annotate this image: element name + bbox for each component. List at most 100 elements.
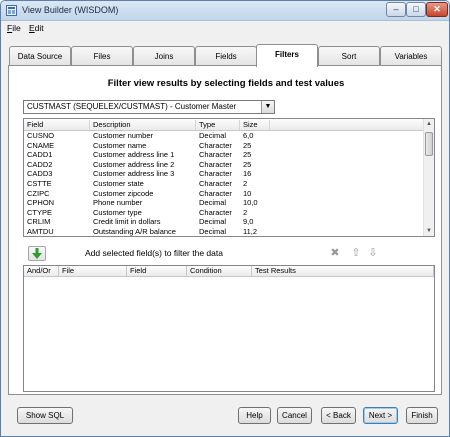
- tab-joins[interactable]: Joins: [133, 46, 195, 66]
- tab-data-source[interactable]: Data Source: [9, 46, 71, 66]
- table-cell: 10: [243, 188, 252, 198]
- field-list-scrollbar[interactable]: ▲ ▼: [423, 119, 434, 236]
- tab-sort[interactable]: Sort: [318, 46, 380, 66]
- view-builder-window: View Builder (WISDOM) – □ ✕ File Edit Da…: [0, 0, 450, 437]
- table-cell: CADD3: [27, 169, 53, 179]
- table-row[interactable]: CADD1 Customer address line 1 Character 25: [24, 150, 424, 159]
- table-row[interactable]: CNAME Customer name Character 25: [24, 141, 424, 150]
- minimize-button[interactable]: –: [386, 2, 406, 17]
- tab-files[interactable]: Files: [71, 46, 133, 66]
- menu-file[interactable]: File: [7, 23, 21, 33]
- tab-fields[interactable]: Fields: [195, 46, 257, 66]
- table-cell: Decimal: [199, 198, 227, 208]
- filter-toolbar: Add selected field(s) to filter the data…: [23, 244, 435, 264]
- table-cell: Customer address line 3: [93, 169, 175, 179]
- add-field-label: Add selected field(s) to filter the data: [85, 248, 223, 258]
- table-cell: Character: [199, 150, 232, 160]
- table-cell: Phone number: [93, 198, 143, 208]
- table-cell: Customer name: [93, 140, 147, 150]
- table-cell: Decimal: [199, 217, 227, 227]
- table-cell: CNAME: [27, 140, 55, 150]
- scroll-up-icon[interactable]: ▲: [424, 119, 434, 129]
- table-row[interactable]: CADD3 Customer address line 3 Character 16: [24, 169, 424, 178]
- column-header-type[interactable]: Type: [196, 120, 240, 130]
- field-list-header: Field Description Type Size: [24, 119, 424, 131]
- table-cell: 16: [243, 169, 252, 179]
- table-cell: Character: [199, 179, 232, 188]
- table-cell: Customer zipcode: [93, 188, 154, 198]
- table-cell: Customer number: [93, 131, 154, 140]
- close-button[interactable]: ✕: [426, 2, 448, 17]
- tab-variables[interactable]: Variables: [380, 46, 442, 66]
- table-cell: 2: [243, 207, 248, 217]
- table-cell: 25: [243, 150, 252, 160]
- window-title: View Builder (WISDOM): [22, 5, 119, 15]
- table-cell: CADD1: [27, 150, 53, 160]
- table-cell: CUSNO: [27, 131, 55, 140]
- table-cell: Decimal: [199, 227, 227, 236]
- help-button[interactable]: Help: [238, 407, 271, 424]
- cancel-button[interactable]: Cancel: [277, 407, 312, 424]
- next-button[interactable]: Next >: [363, 407, 398, 424]
- table-cell: 25: [243, 140, 252, 150]
- column-header-size[interactable]: Size: [240, 120, 270, 130]
- maximize-button[interactable]: □: [406, 2, 426, 17]
- column-header-description[interactable]: Description: [90, 120, 196, 130]
- table-cell: AMTDU: [27, 227, 54, 236]
- column-header-field[interactable]: Field: [127, 266, 187, 277]
- column-header-condition[interactable]: Condition: [187, 266, 252, 277]
- filters-panel: Filter view results by selecting fields …: [8, 65, 442, 395]
- table-row[interactable]: AMTDU Outstanding A/R balance Decimal 11,2: [24, 227, 424, 236]
- table-cell: Character: [199, 159, 232, 169]
- table-cell: Decimal: [199, 131, 227, 140]
- tab-strip: Data Source Files Joins Fields Filters S…: [1, 44, 449, 67]
- column-header-and-or[interactable]: And/Or: [24, 266, 59, 277]
- page-heading: Filter view results by selecting fields …: [107, 78, 345, 89]
- move-up-icon[interactable]: ⇧: [349, 246, 363, 260]
- file-select-value: CUSTMAST (SEQUELEX/CUSTMAST) - Customer …: [27, 102, 237, 111]
- table-cell: 25: [243, 159, 252, 169]
- x-delete-icon[interactable]: ✖: [328, 246, 342, 260]
- file-select[interactable]: CUSTMAST (SEQUELEX/CUSTMAST) - Customer …: [23, 100, 275, 114]
- scroll-down-icon[interactable]: ▼: [424, 226, 434, 236]
- field-list[interactable]: Field Description Type Size CUSNO Custome…: [23, 118, 435, 237]
- table-row[interactable]: CPHON Phone number Decimal 10,0: [24, 198, 424, 207]
- table-cell: Character: [199, 140, 232, 150]
- table-cell: CTYPE: [27, 207, 53, 217]
- tab-filters[interactable]: Filters: [256, 44, 318, 67]
- table-cell: 10,0: [243, 198, 258, 208]
- table-row[interactable]: CTYPE Customer type Character 2: [24, 208, 424, 217]
- table-row[interactable]: CSTTE Customer state Character 2: [24, 179, 424, 188]
- table-cell: 9,0: [243, 217, 254, 227]
- green-down-arrow-icon: [32, 248, 42, 259]
- menu-bar: File Edit: [1, 21, 449, 35]
- title-bar: View Builder (WISDOM) – □ ✕: [1, 1, 449, 21]
- finish-button[interactable]: Finish: [406, 407, 438, 424]
- table-cell: Customer state: [93, 179, 144, 188]
- table-cell: CSTTE: [27, 179, 52, 188]
- table-row[interactable]: CUSNO Customer number Decimal 6,0: [24, 131, 424, 140]
- table-cell: CPHON: [27, 198, 55, 208]
- table-cell: 11,2: [243, 227, 258, 236]
- add-field-button[interactable]: [28, 246, 46, 261]
- table-row[interactable]: CADD2 Customer address line 2 Character 25: [24, 160, 424, 169]
- table-cell: Outstanding A/R balance: [93, 227, 176, 236]
- move-down-icon[interactable]: ⇩: [366, 246, 380, 260]
- table-cell: CZIPC: [27, 188, 50, 198]
- table-cell: CADD2: [27, 159, 53, 169]
- column-header-test-results[interactable]: Test Results: [252, 266, 434, 277]
- chevron-down-icon[interactable]: ▼: [261, 101, 274, 113]
- back-button[interactable]: < Back: [321, 407, 356, 424]
- table-row[interactable]: CZIPC Customer zipcode Character 10: [24, 189, 424, 198]
- column-header-field[interactable]: Field: [24, 120, 90, 130]
- table-cell: Character: [199, 207, 232, 217]
- table-cell: Character: [199, 169, 232, 179]
- scroll-thumb[interactable]: [425, 132, 433, 156]
- filter-list[interactable]: And/Or File Field Condition Test Results: [23, 265, 435, 392]
- table-cell: Credit limit in dollars: [93, 217, 161, 227]
- show-sql-button[interactable]: Show SQL: [17, 407, 73, 424]
- menu-edit[interactable]: Edit: [29, 23, 44, 33]
- table-row[interactable]: CRLIM Credit limit in dollars Decimal 9,0: [24, 217, 424, 226]
- app-icon: [6, 5, 17, 16]
- column-header-file[interactable]: File: [59, 266, 127, 277]
